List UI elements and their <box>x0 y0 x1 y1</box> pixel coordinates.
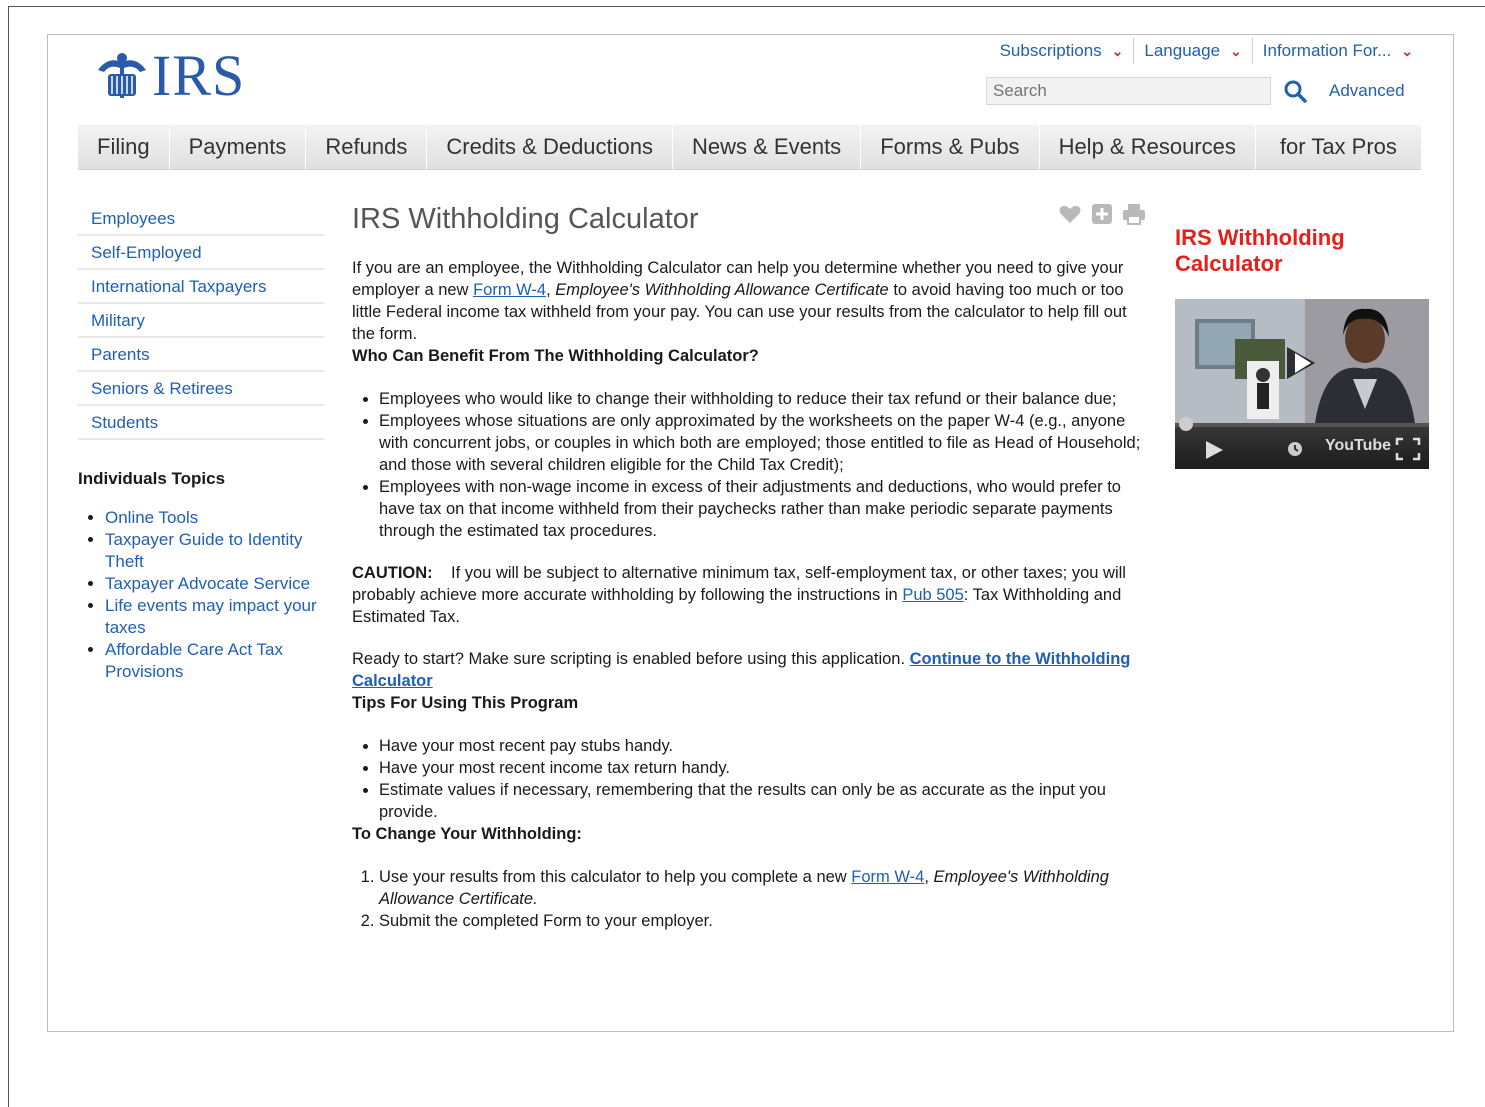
progress-handle[interactable] <box>1179 417 1193 431</box>
logo-text: IRS <box>152 43 246 108</box>
search-icon[interactable] <box>1283 79 1307 103</box>
sidebar-link[interactable]: International Taxpayers <box>91 277 266 297</box>
language-dropdown[interactable]: Language ⌄ <box>1134 38 1253 64</box>
sidebar-item-seniors-retirees[interactable]: Seniors & Retirees <box>78 373 324 406</box>
fullscreen-icon[interactable] <box>1395 437 1421 461</box>
irs-page: IRS Subscriptions ⌄ Language ⌄ Informati… <box>47 34 1454 1032</box>
sidebar-link[interactable]: Parents <box>91 345 150 365</box>
list-item: Online Tools <box>105 507 324 529</box>
irs-logo[interactable]: IRS <box>94 43 246 108</box>
sidebar-item-employees[interactable]: Employees <box>78 203 324 236</box>
utility-nav: Subscriptions ⌄ Language ⌄ Information F… <box>990 37 1413 65</box>
ready-paragraph: Ready to start? Make sure scripting is e… <box>352 648 1152 692</box>
main-content: IRS Withholding Calculator If you are an… <box>352 203 1152 932</box>
chevron-down-icon: ⌄ <box>1230 42 1242 59</box>
eagle-logo-icon <box>98 53 146 98</box>
list-item: Use your results from this calculator to… <box>379 866 1152 910</box>
intro-paragraph: If you are an employee, the Withholding … <box>352 257 1152 345</box>
tips-heading: Tips For Using This Program <box>352 694 579 712</box>
caution-label: CAUTION: <box>352 564 433 582</box>
video-progress-bar[interactable] <box>1175 417 1429 431</box>
change-heading: To Change Your Withholding: <box>352 825 582 843</box>
ready-text: Ready to start? Make sure scripting is e… <box>352 650 910 668</box>
language-label: Language <box>1144 41 1221 60</box>
sidebar-item-self-employed[interactable]: Self-Employed <box>78 237 324 270</box>
list-item: Employees who would like to change their… <box>379 388 1152 410</box>
list-item: Taxpayer Guide to Identity Theft <box>105 529 324 573</box>
nav-forms-pubs[interactable]: Forms & Pubs <box>861 125 1040 169</box>
topics-list: Online Tools Taxpayer Guide to Identity … <box>78 507 324 683</box>
youtube-video-player[interactable]: YouTube <box>1175 299 1429 469</box>
nav-for-tax-pros[interactable]: for Tax Pros <box>1256 125 1421 169</box>
certificate-name: Employee's Withholding Allowance Certifi… <box>555 281 889 299</box>
form-w4-link[interactable]: Form W-4 <box>473 281 546 299</box>
sidebar-item-students[interactable]: Students <box>78 407 324 440</box>
main-nav: Filing Payments Refunds Credits & Deduct… <box>78 125 1421 170</box>
left-sidebar: Employees Self-Employed International Ta… <box>78 203 324 683</box>
sidebar-link[interactable]: Students <box>91 413 158 433</box>
list-item: Taxpayer Advocate Service <box>105 573 324 595</box>
nav-credits-deductions[interactable]: Credits & Deductions <box>427 125 674 169</box>
page-title: IRS Withholding Calculator <box>352 203 699 235</box>
sidebar-link[interactable]: Seniors & Retirees <box>91 379 233 399</box>
print-icon[interactable] <box>1122 203 1146 225</box>
nav-payments[interactable]: Payments <box>170 125 307 169</box>
nav-refunds[interactable]: Refunds <box>306 125 428 169</box>
topic-link[interactable]: Life events may impact your taxes <box>105 596 317 637</box>
caution-paragraph: CAUTION: If you will be subject to alter… <box>352 562 1152 628</box>
video-title: IRS Withholding Calculator <box>1175 225 1345 276</box>
chevron-down-icon: ⌄ <box>1111 42 1124 59</box>
topic-link[interactable]: Affordable Care Act Tax Provisions <box>105 640 283 681</box>
list-item: Employees with non-wage income in excess… <box>379 476 1152 542</box>
list-item: Employees whose situations are only appr… <box>379 410 1152 476</box>
information-for-label: Information For... <box>1262 41 1392 60</box>
sidebar-item-parents[interactable]: Parents <box>78 339 324 372</box>
chevron-down-icon: ⌄ <box>1401 42 1413 59</box>
sidebar-item-international-taxpayers[interactable]: International Taxpayers <box>78 271 324 304</box>
youtube-logo[interactable]: YouTube <box>1325 437 1391 455</box>
pub-505-link[interactable]: Pub 505 <box>902 586 963 604</box>
watch-later-icon[interactable] <box>1287 441 1303 457</box>
advanced-search-link[interactable]: Advanced <box>1329 81 1405 101</box>
who-heading: Who Can Benefit From The Withholding Cal… <box>352 347 759 365</box>
subscriptions-dropdown[interactable]: Subscriptions ⌄ <box>990 38 1135 64</box>
sidebar-link[interactable]: Employees <box>91 209 175 229</box>
subscriptions-label: Subscriptions <box>999 41 1102 60</box>
video-thumbnail <box>1175 299 1429 423</box>
nav-news-events[interactable]: News & Events <box>673 125 862 169</box>
sidebar-link[interactable]: Military <box>91 311 145 331</box>
step-text: , <box>924 868 934 886</box>
change-steps: Use your results from this calculator to… <box>352 866 1152 932</box>
list-item: Estimate values if necessary, rememberin… <box>379 779 1152 823</box>
add-bookmark-icon[interactable] <box>1090 203 1114 225</box>
topic-link[interactable]: Taxpayer Advocate Service <box>105 574 310 593</box>
step-text: Use your results from this calculator to… <box>379 868 852 886</box>
list-item: Affordable Care Act Tax Provisions <box>105 639 324 683</box>
list-item: Submit the completed Form to your employ… <box>379 910 1152 932</box>
list-item: Life events may impact your taxes <box>105 595 324 639</box>
topics-heading: Individuals Topics <box>78 469 226 488</box>
topic-link[interactable]: Online Tools <box>105 508 198 527</box>
who-list: Employees who would like to change their… <box>352 388 1152 542</box>
nav-help-resources[interactable]: Help & Resources <box>1040 125 1256 169</box>
intro-text: , <box>546 281 556 299</box>
video-controls: YouTube <box>1175 417 1429 469</box>
page-tools <box>1058 203 1146 225</box>
tips-list: Have your most recent pay stubs handy. H… <box>352 735 1152 823</box>
heart-icon[interactable] <box>1058 203 1082 225</box>
topic-link[interactable]: Taxpayer Guide to Identity Theft <box>105 530 303 571</box>
sidebar-link[interactable]: Self-Employed <box>91 243 202 263</box>
sidebar-item-military[interactable]: Military <box>78 305 324 338</box>
search-bar: Advanced <box>986 77 1405 105</box>
list-item: Have your most recent pay stubs handy. <box>379 735 1152 757</box>
list-item: Have your most recent income tax return … <box>379 757 1152 779</box>
audience-links: Employees Self-Employed International Ta… <box>78 203 324 440</box>
form-w4-link[interactable]: Form W-4 <box>851 868 924 886</box>
information-for-dropdown[interactable]: Information For... ⌄ <box>1253 38 1413 64</box>
play-icon[interactable] <box>1203 439 1225 461</box>
search-input[interactable] <box>986 77 1271 105</box>
nav-filing[interactable]: Filing <box>78 125 170 169</box>
